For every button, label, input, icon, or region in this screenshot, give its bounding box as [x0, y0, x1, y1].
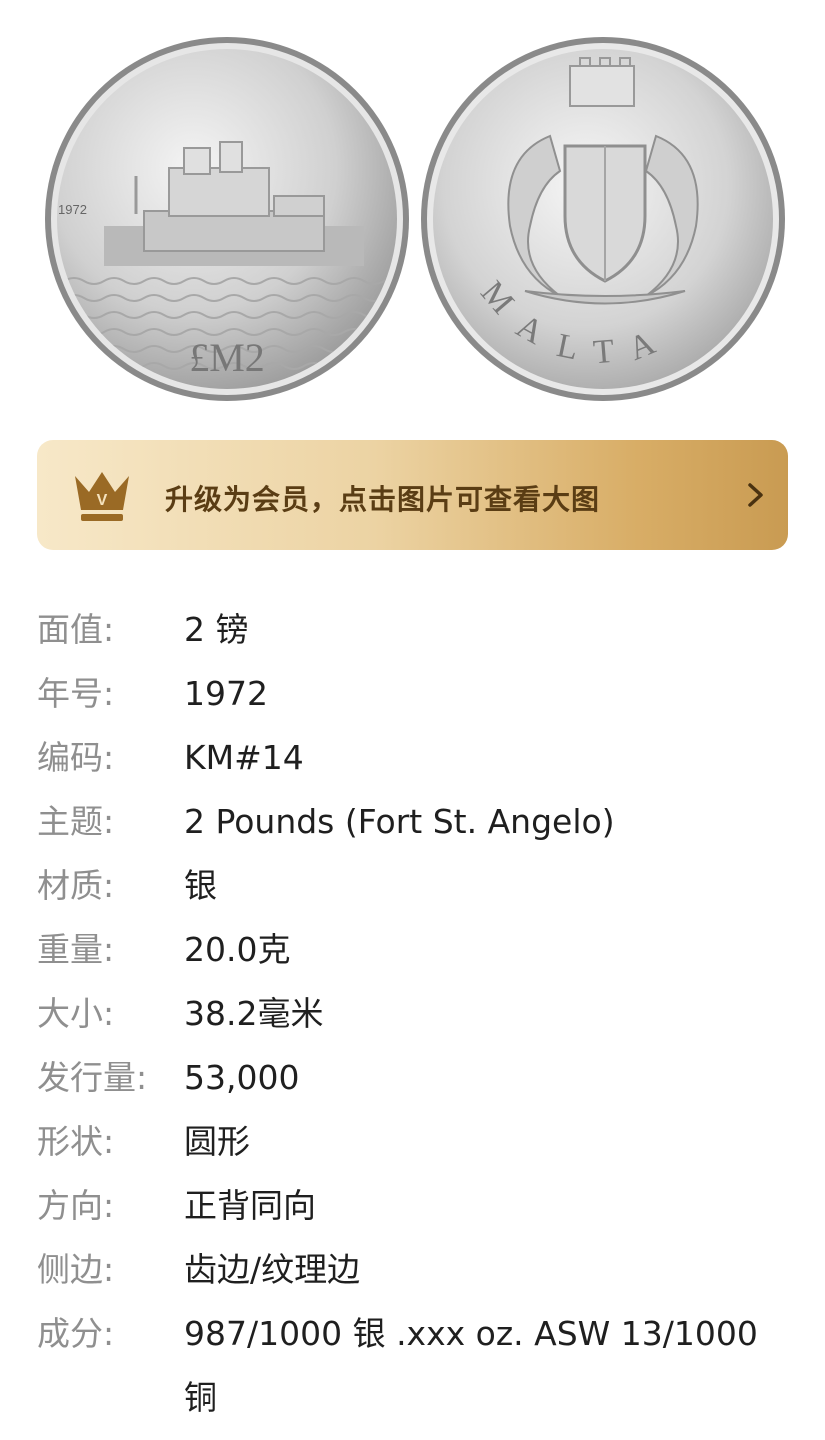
spec-row-orientation: 方向: 正背同向 [37, 1174, 797, 1238]
spec-value: 2 Pounds (Fort St. Angelo) [184, 802, 615, 841]
crown-icon: V [75, 472, 129, 521]
spec-row-year: 年号: 1972 [37, 662, 797, 726]
spec-row-mintage: 发行量: 53,000 [37, 1046, 797, 1110]
coin-images[interactable]: 1972 £M2 MALTA [0, 0, 825, 420]
spec-row-shape: 形状: 圆形 [37, 1110, 797, 1174]
coin-year-text: 1972 [58, 202, 87, 217]
spec-row-theme: 主题: 2 Pounds (Fort St. Angelo) [37, 790, 797, 854]
spec-label: 主题: [37, 802, 115, 841]
spec-label: 方向: [37, 1186, 115, 1225]
spec-label: 侧边: [37, 1250, 115, 1289]
coin-obverse-image[interactable]: 1972 £M2 [44, 36, 410, 402]
spec-value: 2 镑 [184, 610, 249, 649]
spec-value: 20.0克 [184, 930, 291, 969]
spec-value: 987/1000 银 .xxx oz. ASW 13/1000 铜 [184, 1314, 758, 1417]
spec-label: 重量: [37, 930, 115, 969]
spec-value: 正背同向 [184, 1186, 316, 1225]
spec-value: KM#14 [184, 738, 304, 777]
coin-specs-list: 面值: 2 镑 年号: 1972 编码: KM#14 主题: 2 Pounds … [37, 598, 797, 1430]
spec-value: 53,000 [184, 1058, 300, 1097]
spec-row-weight: 重量: 20.0克 [37, 918, 797, 982]
spec-value: 1972 [184, 674, 268, 713]
membership-upgrade-banner[interactable]: V 升级为会员，点击图片可查看大图 [37, 440, 788, 550]
chevron-right-icon [748, 483, 763, 507]
crown-letter: V [97, 492, 108, 509]
spec-row-size: 大小: 38.2毫米 [37, 982, 797, 1046]
spec-label: 形状: [37, 1122, 115, 1161]
spec-label: 发行量: [37, 1058, 148, 1097]
spec-label: 编码: [37, 738, 115, 777]
spec-label: 面值: [37, 610, 115, 649]
spec-row-material: 材质: 银 [37, 854, 797, 918]
spec-row-code: 编码: KM#14 [37, 726, 797, 790]
spec-label: 材质: [37, 866, 115, 905]
spec-row-composition: 成分: 987/1000 银 .xxx oz. ASW 13/1000 铜 [37, 1302, 797, 1430]
spec-row-edge: 侧边: 齿边/纹理边 [37, 1238, 797, 1302]
spec-label: 年号: [37, 674, 115, 713]
spec-value: 银 [184, 866, 217, 905]
coin-denomination-text: £M2 [189, 335, 265, 380]
spec-row-denomination: 面值: 2 镑 [37, 598, 797, 662]
spec-value: 圆形 [184, 1122, 250, 1161]
spec-value: 齿边/纹理边 [184, 1250, 361, 1289]
spec-label: 成分: [37, 1314, 115, 1353]
spec-value: 38.2毫米 [184, 994, 324, 1033]
coin-reverse-image[interactable]: MALTA [420, 36, 786, 402]
banner-text: 升级为会员，点击图片可查看大图 [165, 483, 601, 516]
spec-label: 大小: [37, 994, 115, 1033]
